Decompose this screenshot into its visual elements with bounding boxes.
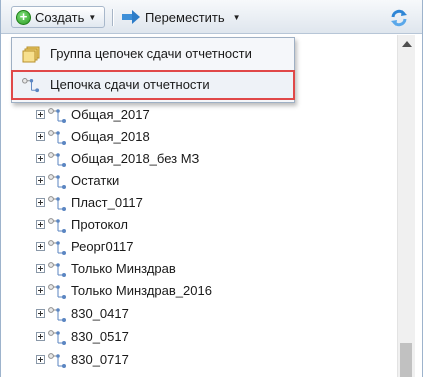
menu-item-label: Группа цепочек сдачи отчетности bbox=[50, 46, 252, 61]
tree-row[interactable]: Общая_2017 bbox=[1, 105, 397, 127]
chain-icon bbox=[22, 78, 40, 93]
tree-item-label: 830_0417 bbox=[71, 306, 129, 321]
tree-item-label: 830_0717 bbox=[71, 352, 129, 367]
chain-icon bbox=[48, 218, 66, 233]
tree-row[interactable]: Только Минздрав bbox=[1, 259, 397, 281]
chain-icon bbox=[48, 240, 66, 255]
expand-icon[interactable] bbox=[36, 332, 45, 341]
tree-item-label: Реорг0117 bbox=[71, 239, 134, 254]
expand-icon[interactable] bbox=[36, 220, 45, 229]
chain-icon bbox=[48, 353, 66, 368]
refresh-icon[interactable] bbox=[389, 8, 409, 28]
expand-icon[interactable] bbox=[36, 198, 45, 207]
tree-item-label: Остатки bbox=[71, 173, 120, 188]
expand-icon[interactable] bbox=[36, 355, 45, 364]
expand-icon[interactable] bbox=[36, 242, 45, 251]
chain-icon bbox=[48, 152, 66, 167]
tree-item-label: Только Минздрав bbox=[71, 261, 176, 276]
chain-icon bbox=[48, 196, 66, 211]
vertical-scrollbar[interactable] bbox=[397, 35, 415, 377]
chain-icon bbox=[48, 108, 66, 123]
tree-row[interactable]: Только Минздрав_2016 bbox=[1, 281, 397, 303]
tree-row[interactable]: 830_0417 bbox=[1, 304, 397, 326]
create-dropdown-menu: Группа цепочек сдачи отчетности Цепочка … bbox=[11, 37, 295, 103]
tree-item-label: Общая_2018_без МЗ bbox=[71, 151, 200, 166]
expand-icon[interactable] bbox=[36, 286, 45, 295]
expand-icon[interactable] bbox=[36, 132, 45, 141]
tree-row[interactable]: Протокол bbox=[1, 215, 397, 237]
green-plus-icon: + bbox=[16, 9, 31, 25]
expand-icon[interactable] bbox=[36, 264, 45, 273]
tree-item-label: 830_0517 bbox=[71, 329, 129, 344]
tree-item-label: Только Минздрав_2016 bbox=[71, 283, 212, 298]
chain-icon bbox=[48, 307, 66, 322]
tree-item-label: Общая_2017 bbox=[71, 107, 150, 122]
chain-icon bbox=[48, 174, 66, 189]
expand-icon[interactable] bbox=[36, 154, 45, 163]
tree-item-label: Общая_2018 bbox=[71, 129, 150, 144]
menu-item-chain[interactable]: Цепочка сдачи отчетности bbox=[11, 70, 295, 100]
chevron-down-icon: ▼ bbox=[88, 12, 97, 22]
expand-icon[interactable] bbox=[36, 176, 45, 185]
tree-item-label: Пласт_0117 bbox=[71, 195, 143, 210]
toolbar-separator bbox=[112, 9, 113, 26]
menu-item-label: Цепочка сдачи отчетности bbox=[50, 77, 210, 92]
scroll-thumb[interactable] bbox=[400, 343, 412, 377]
toolbar: + Создать ▼ Переместить ▼ bbox=[1, 0, 422, 34]
move-button[interactable]: Переместить ▼ bbox=[121, 6, 251, 28]
tree-item-label: Протокол bbox=[71, 217, 128, 232]
tree-row[interactable]: Остатки bbox=[1, 171, 397, 193]
chevron-down-icon: ▼ bbox=[232, 12, 241, 22]
scroll-up-icon[interactable] bbox=[402, 41, 412, 47]
tree-row[interactable]: 830_0517 bbox=[1, 327, 397, 349]
tree-row[interactable]: Реорг0117 bbox=[1, 237, 397, 259]
tree-row[interactable]: Общая_2018 bbox=[1, 127, 397, 149]
expand-icon[interactable] bbox=[36, 110, 45, 119]
folder-group-icon bbox=[22, 46, 40, 63]
chain-icon bbox=[48, 330, 66, 345]
create-button-label: Создать bbox=[35, 9, 85, 25]
tree-row[interactable]: 830_0717 bbox=[1, 350, 397, 372]
blue-arrow-icon bbox=[122, 10, 140, 24]
app-window: + Создать ▼ Переместить ▼ Общая_2017 Общ… bbox=[0, 0, 423, 377]
expand-icon[interactable] bbox=[36, 309, 45, 318]
chain-icon bbox=[48, 262, 66, 277]
chain-icon bbox=[48, 130, 66, 145]
menu-item-chain-group[interactable]: Группа цепочек сдачи отчетности bbox=[12, 40, 294, 68]
create-button[interactable]: + Создать ▼ bbox=[11, 6, 105, 28]
tree-row[interactable]: Пласт_0117 bbox=[1, 193, 397, 215]
move-button-label: Переместить bbox=[145, 9, 225, 25]
chain-icon bbox=[48, 284, 66, 299]
tree-row[interactable]: Общая_2018_без МЗ bbox=[1, 149, 397, 171]
